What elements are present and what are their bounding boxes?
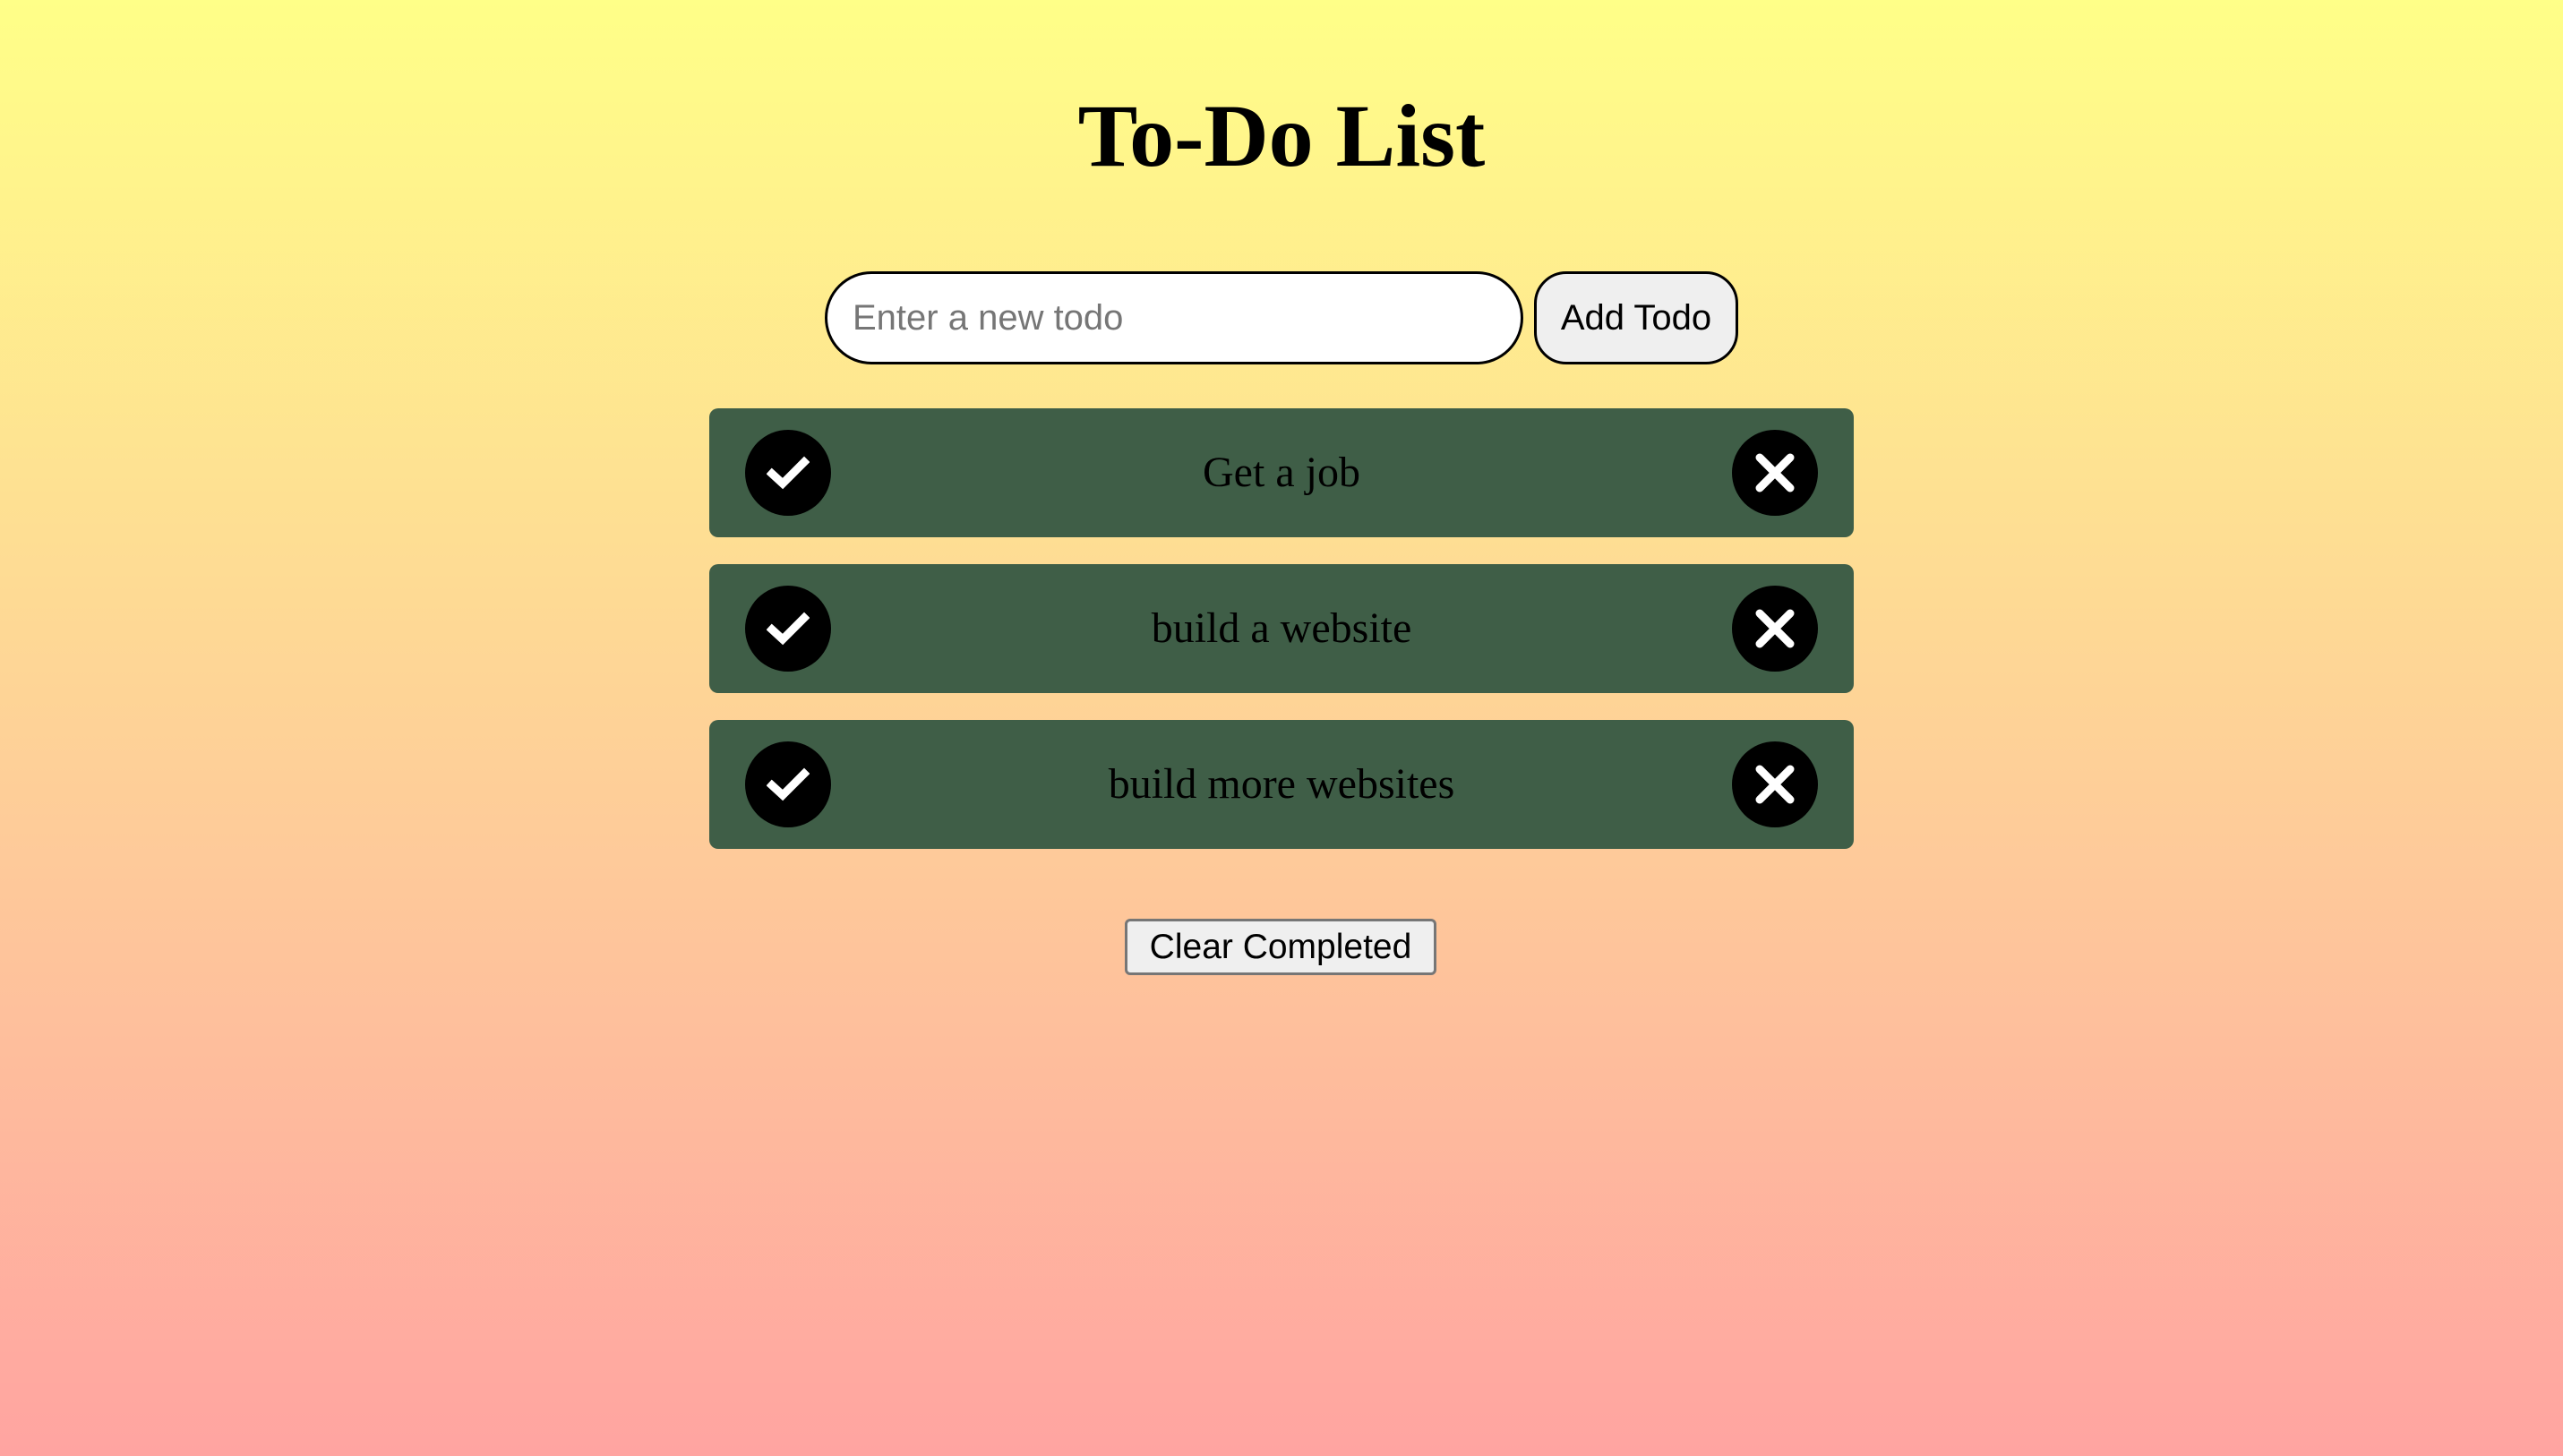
- check-icon: [767, 767, 810, 801]
- new-todo-input[interactable]: [825, 271, 1523, 364]
- close-icon: [1755, 765, 1795, 804]
- todo-item: build a website: [709, 564, 1854, 693]
- add-todo-button[interactable]: Add Todo: [1534, 271, 1738, 364]
- check-icon: [767, 612, 810, 646]
- delete-button[interactable]: [1732, 586, 1818, 672]
- todo-item: build more websites: [709, 720, 1854, 849]
- todo-text: Get a job: [1203, 449, 1360, 496]
- check-icon: [767, 456, 810, 490]
- todo-list: Get a job build a website build more web…: [709, 408, 1854, 876]
- todo-text: build more websites: [1108, 760, 1455, 808]
- complete-button[interactable]: [745, 741, 831, 827]
- complete-button[interactable]: [745, 430, 831, 516]
- todo-item: Get a job: [709, 408, 1854, 537]
- todo-text: build a website: [1151, 604, 1412, 652]
- close-icon: [1755, 453, 1795, 492]
- close-icon: [1755, 609, 1795, 648]
- clear-completed-button[interactable]: Clear Completed: [1125, 919, 1436, 975]
- delete-button[interactable]: [1732, 430, 1818, 516]
- delete-button[interactable]: [1732, 741, 1818, 827]
- page-title: To-Do List: [1077, 86, 1486, 185]
- complete-button[interactable]: [745, 586, 831, 672]
